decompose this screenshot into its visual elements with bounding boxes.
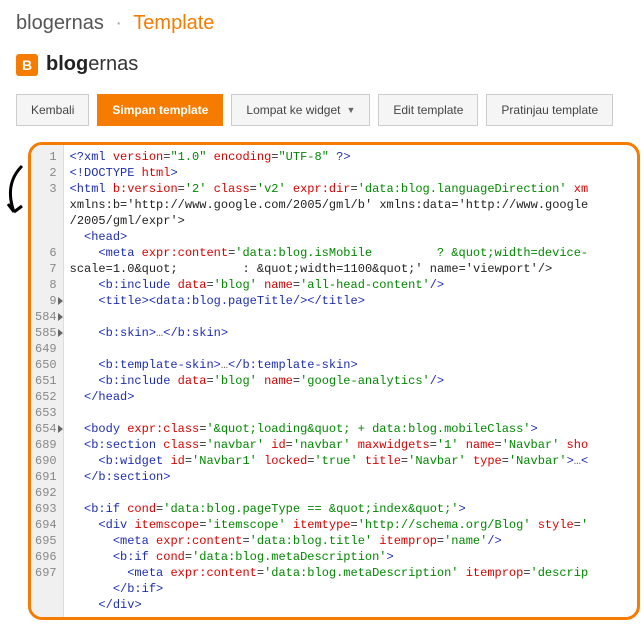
breadcrumb-sep: · — [109, 12, 128, 34]
code-editor[interactable]: 1236789584585649650651652653654689690691… — [31, 145, 637, 617]
preview-template-button[interactable]: Pratinjau template — [486, 94, 613, 126]
toolbar: Kembali Simpan template Lompat ke widget… — [0, 86, 644, 142]
brand-row: B blogernas — [0, 47, 644, 86]
caret-down-icon: ▼ — [346, 105, 355, 115]
breadcrumb-main[interactable]: blogernas — [16, 12, 104, 34]
annotation-arrow-icon — [0, 164, 28, 224]
edit-template-button[interactable]: Edit template — [378, 94, 478, 126]
blogger-icon: B — [16, 54, 38, 76]
code-lines[interactable]: <?xml version="1.0" encoding="UTF-8" ?><… — [64, 145, 637, 617]
back-button[interactable]: Kembali — [16, 94, 89, 126]
editor-area: 1236789584585649650651652653654689690691… — [28, 142, 640, 620]
brand-light: ernas — [88, 53, 138, 75]
line-gutter: 1236789584585649650651652653654689690691… — [31, 145, 64, 617]
brand-bold: blog — [46, 53, 88, 75]
jump-widget-button[interactable]: Lompat ke widget ▼ — [231, 94, 370, 126]
brand-text: blogernas — [46, 53, 138, 76]
breadcrumb-current: Template — [133, 12, 214, 34]
jump-widget-label: Lompat ke widget — [246, 103, 340, 117]
highlight-border: 1236789584585649650651652653654689690691… — [28, 142, 640, 620]
breadcrumb: blogernas · Template — [0, 0, 644, 47]
save-template-button[interactable]: Simpan template — [97, 94, 223, 126]
